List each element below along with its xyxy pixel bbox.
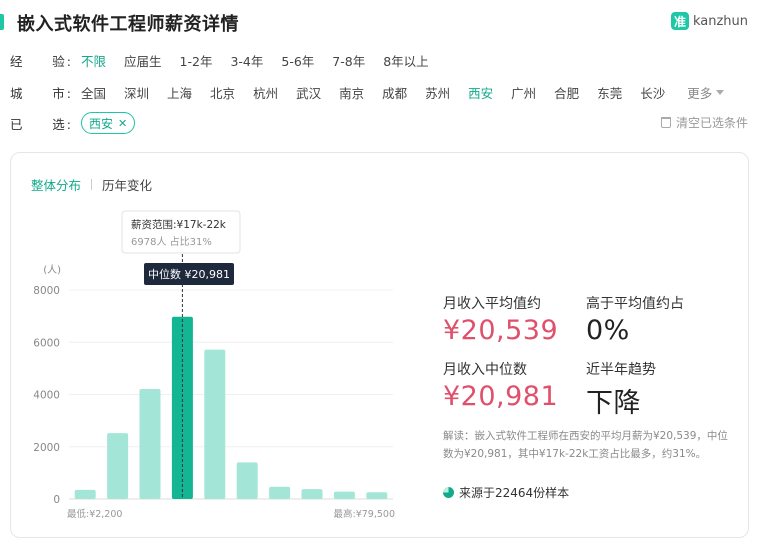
more-cities-button[interactable]: 更多: [687, 83, 725, 102]
salary-distribution-chart: (人) 8000 6000 4000 2000 0 薪资范围:¥17k-22k 6978人 占…: [33, 210, 396, 520]
median-label: 中位数 ¥20,981: [148, 267, 230, 281]
page-title: 嵌入式软件工程师薪资详情: [17, 14, 239, 35]
median-stat: 月收入中位数 ¥20,981: [443, 359, 558, 412]
city-option-7[interactable]: 成都: [382, 83, 407, 102]
histogram-bar: [333, 491, 355, 499]
brand-name: kanzhun: [692, 13, 748, 29]
city-filter-row: 城市: 全国 深圳 上海 北京 杭州 武汉 南京 成都 苏州 西安 广州 合肥 东莞 长沙 更多: [10, 80, 725, 104]
city-option-1[interactable]: 深圳: [124, 83, 149, 102]
y-axis-label: (人): [43, 264, 61, 276]
tooltip-detail: 6978人 占比31%: [131, 235, 212, 248]
histogram-bar: [301, 489, 323, 499]
city-filter-label: 城市:: [10, 85, 71, 101]
salary-card: 整体分布 历年变化 (人) 8000 6000 4000 2000 0 薪资范围:¥17k-…: [10, 152, 749, 538]
trend-stat: 近半年趋势 下降: [586, 359, 656, 420]
close-icon[interactable]: ✕: [118, 117, 127, 130]
city-option-10[interactable]: 广州: [511, 83, 536, 102]
avg-stat: 月收入平均值约 ¥20,539: [443, 293, 558, 346]
experience-option-6[interactable]: 8年以上: [383, 51, 428, 70]
selected-filter-row: 已选: 西安 ✕: [10, 111, 136, 135]
experience-option-5[interactable]: 7-8年: [332, 51, 365, 70]
trash-icon: [660, 117, 671, 128]
title-bar: 嵌入式软件工程师薪资详情 准 kanzhun: [0, 0, 766, 44]
city-option-11[interactable]: 合肥: [554, 83, 579, 102]
above-value: 0%: [586, 315, 630, 346]
y-tick-label: 8000: [33, 285, 60, 297]
above-stat: 高于平均值约占 0%: [586, 293, 684, 346]
median-value: ¥20,981: [443, 381, 559, 412]
trend-value: 下降: [586, 388, 641, 419]
y-tick-label: 0: [53, 494, 60, 506]
experience-option-4[interactable]: 5-6年: [281, 51, 314, 70]
brand[interactable]: 准 kanzhun: [670, 12, 748, 30]
histogram-bar: [139, 389, 161, 499]
experience-filter-row: 经验: 不限 应届生 1-2年 3-4年 5-6年 7-8年 8年以上: [10, 48, 447, 72]
city-option-9[interactable]: 西安: [468, 83, 493, 102]
experience-option-2[interactable]: 1-2年: [180, 51, 213, 70]
city-option-13[interactable]: 长沙: [640, 83, 665, 102]
histogram-bar: [236, 462, 258, 499]
above-label: 高于平均值约占: [586, 296, 684, 312]
y-tick-label: 4000: [33, 390, 60, 402]
x-max-label: 最高:¥79,500: [334, 508, 396, 520]
city-option-2[interactable]: 上海: [167, 83, 192, 102]
histogram-bar: [204, 349, 226, 499]
median-label: 月收入中位数: [443, 362, 527, 378]
histogram-bar: [269, 486, 291, 499]
y-tick-label: 2000: [33, 442, 60, 454]
city-option-4[interactable]: 杭州: [253, 83, 278, 102]
explanation-text: 解读：嵌入式软件工程师在西安的平均月薪为¥20,539，中位数为¥20,981，…: [443, 430, 728, 460]
selected-filter-label: 已选:: [10, 116, 71, 132]
experience-filter-label: 经验:: [10, 53, 71, 69]
avg-label: 月收入平均值约: [443, 296, 541, 312]
tooltip-title: 薪资范围:¥17k-22k: [131, 218, 227, 231]
city-option-12[interactable]: 东莞: [597, 83, 622, 102]
experience-option-3[interactable]: 3-4年: [230, 51, 263, 70]
histogram-bar: [74, 489, 96, 499]
pie-chart-icon: [443, 487, 454, 498]
selected-chip-xian[interactable]: 西安 ✕: [81, 112, 136, 134]
histogram-bar: [107, 433, 129, 499]
sample-source: 来源于22464份样本: [443, 484, 569, 501]
city-option-5[interactable]: 武汉: [296, 83, 321, 102]
avg-value: ¥20,539: [443, 315, 559, 346]
title-accent: [0, 14, 4, 30]
x-min-label: 最低:¥2,200: [67, 508, 122, 520]
experience-option-0[interactable]: 不限: [81, 51, 106, 70]
kanzhun-logo-icon: 准: [670, 12, 689, 30]
trend-label: 近半年趋势: [586, 362, 656, 378]
y-tick-label: 6000: [33, 337, 60, 349]
city-option-0[interactable]: 全国: [81, 83, 106, 102]
city-option-8[interactable]: 苏州: [425, 83, 450, 102]
city-option-6[interactable]: 南京: [339, 83, 364, 102]
chevron-down-icon: [716, 89, 725, 95]
experience-option-1[interactable]: 应届生: [124, 51, 162, 70]
histogram-bar: [366, 492, 388, 499]
clear-filters-button[interactable]: 清空已选条件: [660, 114, 748, 131]
city-option-3[interactable]: 北京: [210, 83, 235, 102]
